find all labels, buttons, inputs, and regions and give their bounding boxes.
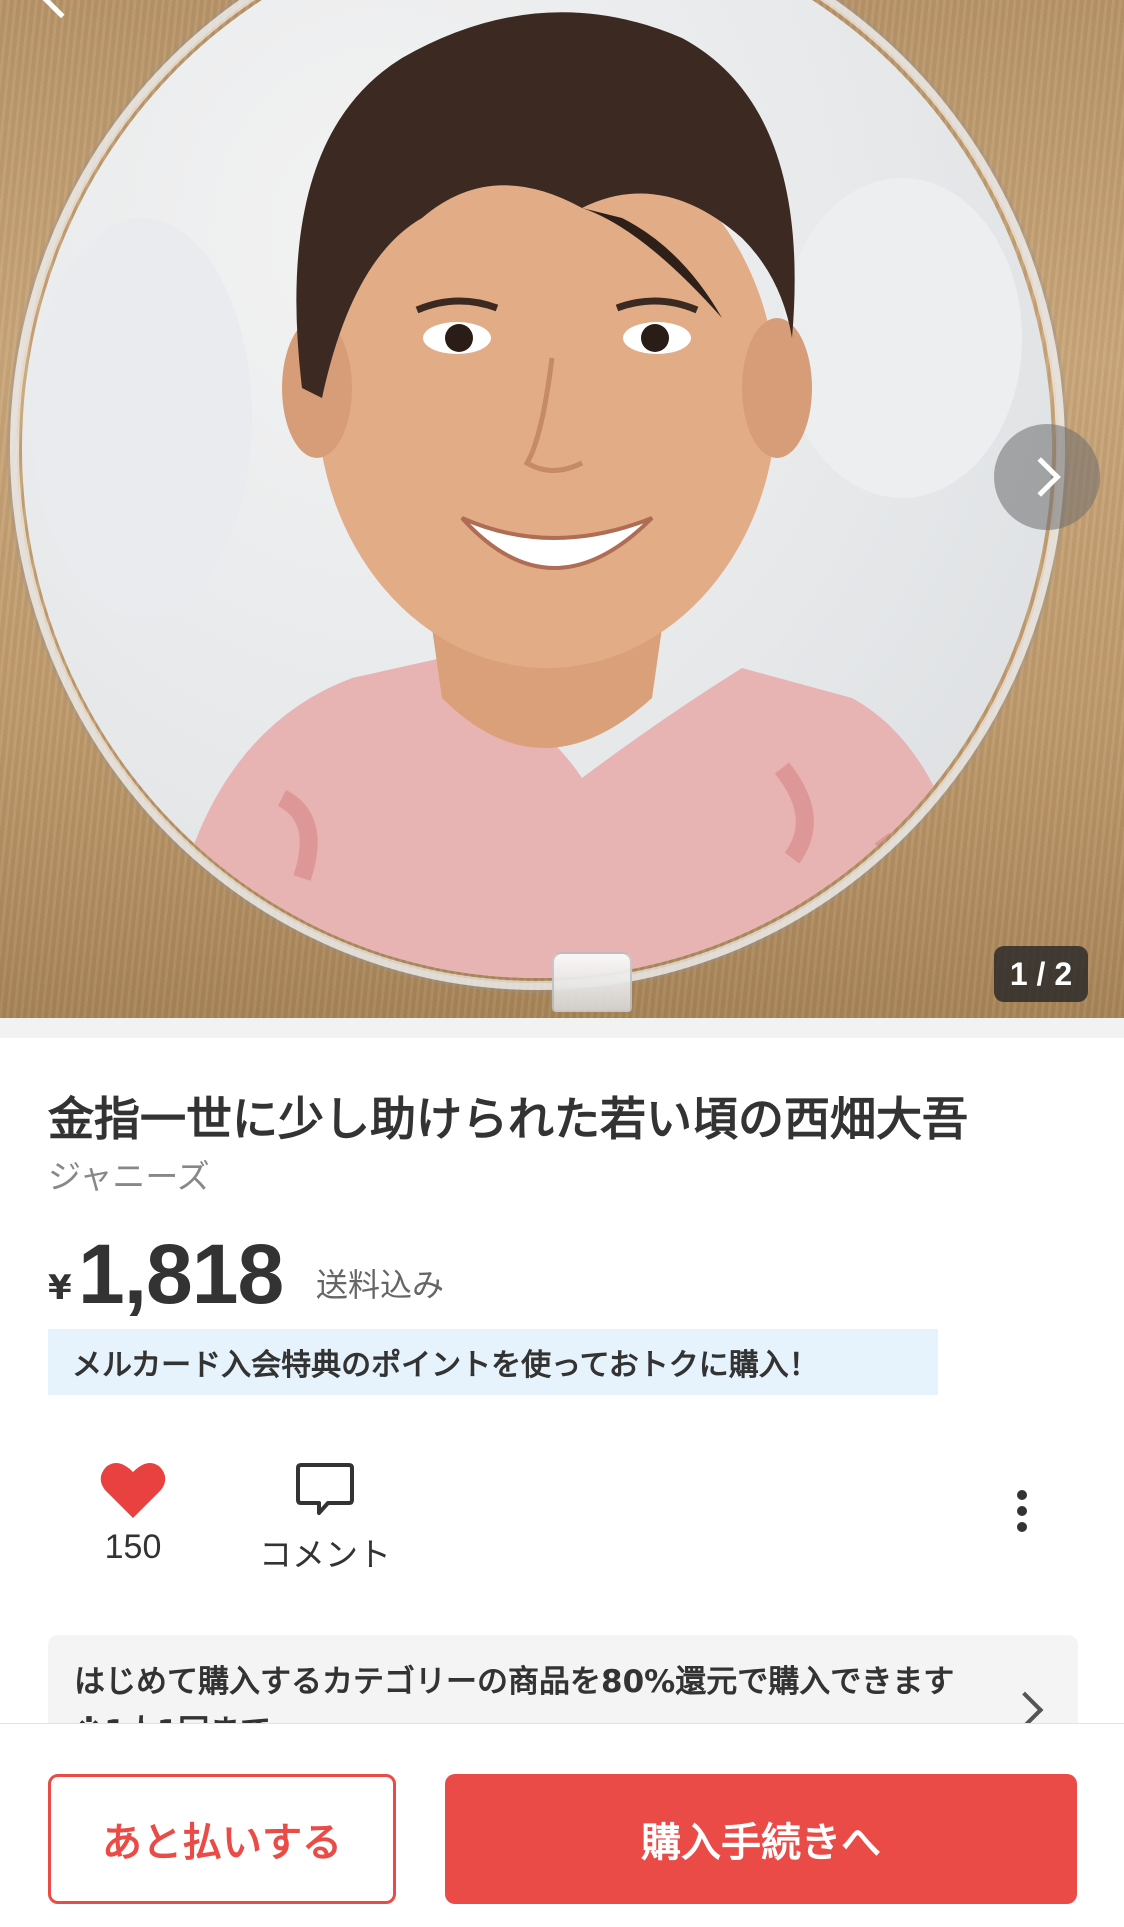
chevron-right-icon bbox=[1021, 457, 1061, 497]
product-page: 1 / 2 金指一世に少し助けられた若い頃の西畑大吾 ジャニーズ ¥ 1,818… bbox=[0, 0, 1124, 1927]
like-button[interactable]: 150 bbox=[80, 1460, 186, 1567]
product-title: 金指一世に少し助けられた若い頃の西畑大吾 bbox=[48, 1092, 968, 1146]
purchase-button[interactable]: 購入手続きへ bbox=[445, 1774, 1077, 1904]
comment-icon bbox=[296, 1463, 354, 1515]
merpay-card-promo[interactable]: メルカード入会特典のポイントを使っておトクに購入！ bbox=[48, 1329, 938, 1395]
pay-later-button[interactable]: あと払いする bbox=[48, 1774, 396, 1904]
shipping-note: 送料込み bbox=[316, 1266, 445, 1304]
currency-symbol: ¥ bbox=[48, 1268, 72, 1308]
next-image-button[interactable] bbox=[994, 424, 1100, 530]
image-counter: 1 / 2 bbox=[994, 946, 1088, 1002]
section-divider bbox=[0, 1018, 1124, 1038]
heart-icon bbox=[100, 1463, 166, 1518]
purchase-bar: あと払いする 購入手続きへ bbox=[0, 1723, 1124, 1927]
comment-button[interactable]: コメント bbox=[250, 1460, 400, 1576]
product-photo[interactable]: 1 / 2 bbox=[0, 0, 1124, 1018]
promo-text: メルカード入会特典のポイントを使っておトクに購入！ bbox=[72, 1348, 819, 1383]
price-value: 1,818 bbox=[78, 1227, 284, 1321]
fan-handle bbox=[552, 952, 632, 1012]
brand-link[interactable]: ジャニーズ bbox=[48, 1154, 210, 1200]
comment-label: コメント bbox=[259, 1535, 391, 1574]
more-vertical-icon[interactable] bbox=[1004, 1490, 1040, 1550]
like-count: 150 bbox=[104, 1528, 162, 1566]
